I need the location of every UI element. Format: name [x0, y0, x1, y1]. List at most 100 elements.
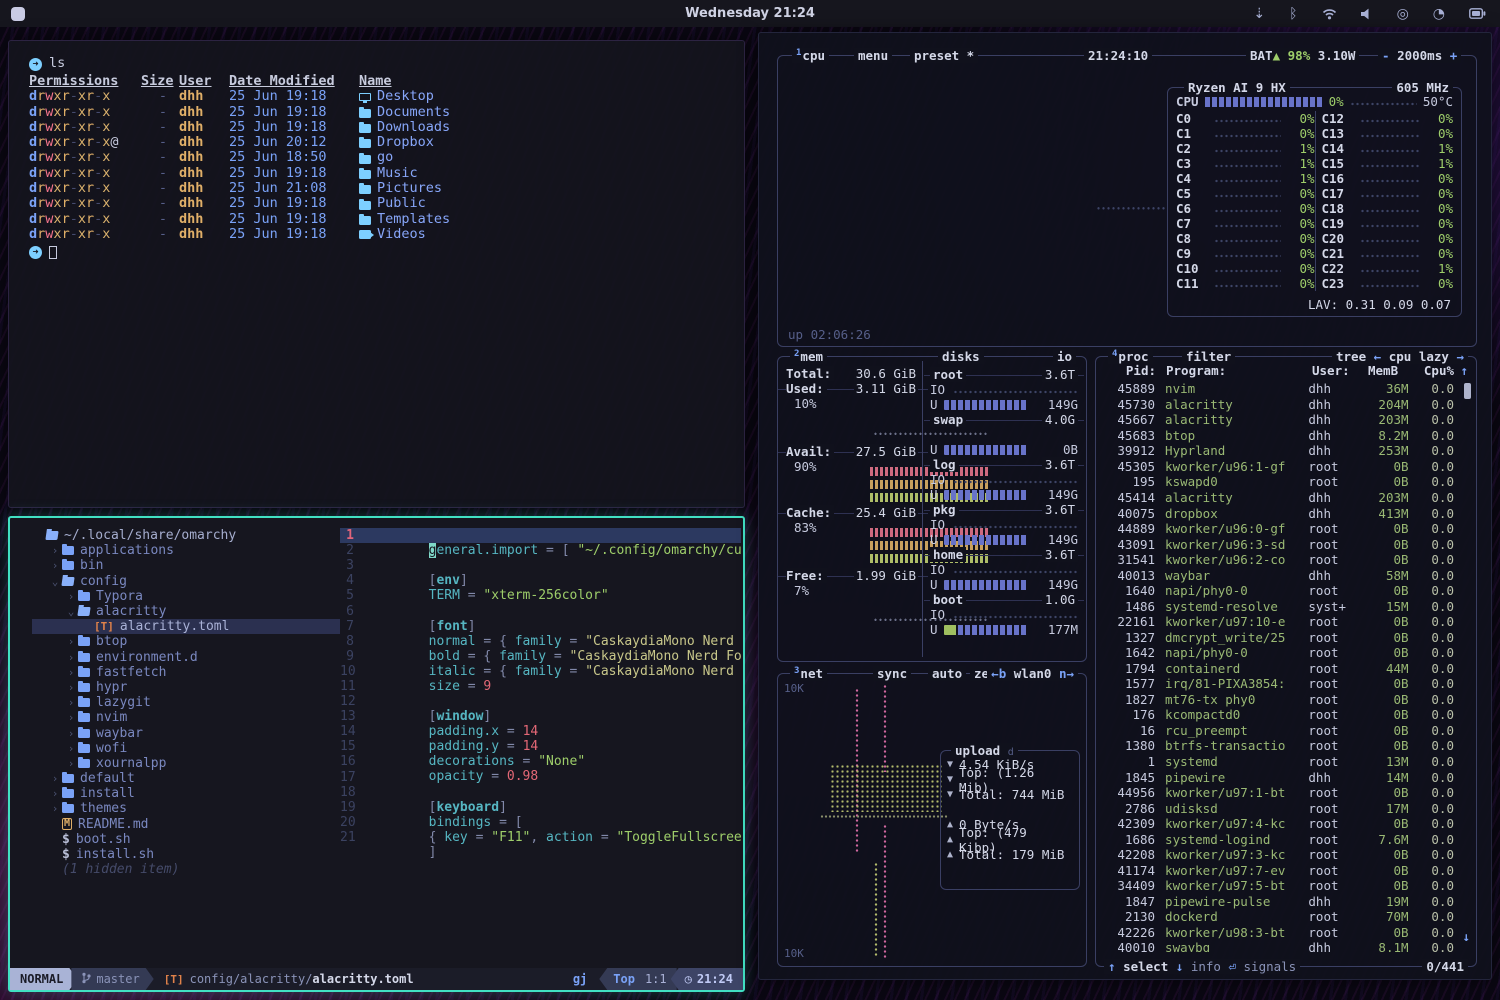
process-row[interactable]: 34409 kworker/u97:5-bt root 0B 0.0: [1104, 878, 1454, 894]
chevron-icon[interactable]: ›: [48, 772, 62, 785]
tree-item[interactable]: › install: [32, 786, 340, 801]
process-row[interactable]: 44889 kworker/u96:0-gf root 0B 0.0: [1104, 521, 1454, 537]
chevron-icon[interactable]: ›: [64, 727, 78, 740]
process-row[interactable]: 45305 kworker/u96:1-gf root 0B 0.0: [1104, 459, 1454, 475]
chevron-icon[interactable]: ›: [64, 711, 78, 724]
tree-item[interactable]: › waybar: [32, 725, 340, 740]
chevron-icon[interactable]: ›: [48, 787, 62, 800]
process-row[interactable]: 1827 mt76-tx phy0 root 0B 0.0: [1104, 692, 1454, 708]
battery-icon[interactable]: [1469, 8, 1486, 19]
process-row[interactable]: 1640 napi/phy0-0 root 0B 0.0: [1104, 583, 1454, 599]
scroll-down-icon[interactable]: ↓: [1462, 929, 1470, 944]
tree-item[interactable]: (1 hidden item): [32, 862, 340, 877]
process-row[interactable]: 43091 kworker/u96:3-sd root 0B 0.0: [1104, 536, 1454, 552]
update-interval-control[interactable]: - 2000ms +: [1378, 48, 1461, 63]
process-row[interactable]: 2130 dockerd root 70M 0.0: [1104, 909, 1454, 925]
process-row[interactable]: 1577 irq/81-PIXA3854: root 0B 0.0: [1104, 676, 1454, 692]
tab-proc[interactable]: 4proc: [1108, 349, 1153, 364]
tree-item[interactable]: › xournalpp: [32, 756, 340, 771]
process-row[interactable]: 1686 systemd-logind root 7.6M 0.0: [1104, 831, 1454, 847]
chevron-icon[interactable]: ›: [64, 590, 78, 603]
process-table-header[interactable]: Pid: Program: User: MemB Cpu%: [1104, 363, 1454, 378]
process-row[interactable]: 42208 kworker/u97:3-kc root 0B 0.0: [1104, 847, 1454, 863]
process-footer-controls[interactable]: ↑ select ↓ info ⏎ signals: [1104, 959, 1300, 974]
tree-item[interactable]: ⌄ alacritty: [32, 604, 340, 619]
volume-icon[interactable]: [1361, 8, 1373, 20]
wifi-icon[interactable]: [1322, 8, 1337, 20]
process-row[interactable]: 45683 btop dhh 8.2M 0.0: [1104, 428, 1454, 444]
sort-direction-icon[interactable]: ↑: [1460, 363, 1468, 378]
chevron-icon[interactable]: ›: [48, 559, 62, 572]
tree-item[interactable]: › applications: [32, 543, 340, 558]
process-row[interactable]: 1847 pipewire-pulse dhh 19M 0.0: [1104, 894, 1454, 910]
sync-button[interactable]: sync: [873, 666, 911, 681]
chevron-icon[interactable]: ›: [64, 666, 78, 679]
tree-item[interactable]: › environment.d: [32, 650, 340, 665]
process-scrollbar[interactable]: [1464, 383, 1471, 399]
idle-clock-icon[interactable]: ◔: [1433, 7, 1445, 21]
process-row[interactable]: 40075 dropbox dhh 413M 0.0: [1104, 505, 1454, 521]
tree-item[interactable]: install.sh: [32, 847, 340, 862]
process-row[interactable]: 1642 napi/phy0-0 root 0B 0.0: [1104, 645, 1454, 661]
tree-item[interactable]: ⌄ config: [32, 574, 340, 589]
tree-item[interactable]: README.md: [32, 817, 340, 832]
tree-item[interactable]: › fastfetch: [32, 665, 340, 680]
preset-button[interactable]: preset *: [910, 48, 978, 63]
process-row[interactable]: 39912 Hyprland dhh 253M 0.0: [1104, 443, 1454, 459]
process-row[interactable]: 45889 nvim dhh 36M 0.0: [1104, 381, 1454, 397]
chevron-icon[interactable]: ⌄: [64, 605, 78, 618]
process-row[interactable]: 1327 dmcrypt_write/25 root 0B 0.0: [1104, 630, 1454, 646]
tree-item[interactable]: › btop: [32, 634, 340, 649]
auto-button[interactable]: auto: [928, 666, 966, 681]
process-row[interactable]: 22161 kworker/u97:10-e root 0B 0.0: [1104, 614, 1454, 630]
chevron-icon[interactable]: ›: [64, 681, 78, 694]
prompt-line[interactable]: [29, 244, 744, 260]
tree-item[interactable]: alacritty.toml: [32, 619, 340, 634]
menu-button[interactable]: menu: [854, 48, 892, 63]
process-row[interactable]: 41174 kworker/u97:7-ev root 0B 0.0: [1104, 862, 1454, 878]
filter-button[interactable]: filter: [1182, 349, 1235, 364]
process-row[interactable]: 42309 kworker/u97:4-kc root 0B 0.0: [1104, 816, 1454, 832]
process-row[interactable]: 1794 containerd root 44M 0.0: [1104, 661, 1454, 677]
btop-window[interactable]: 1cpu menu preset * 21:24:10 BAT▲ 98% 3.1…: [758, 32, 1492, 980]
chevron-icon[interactable]: ⌄: [48, 575, 62, 588]
tree-item[interactable]: › Typora: [32, 589, 340, 604]
process-row[interactable]: 195 kswapd0 root 0B 0.0: [1104, 474, 1454, 490]
process-row[interactable]: 176 kcompactd0 root 0B 0.0: [1104, 707, 1454, 723]
chevron-icon[interactable]: ›: [48, 544, 62, 557]
tree-item[interactable]: › default: [32, 771, 340, 786]
chevron-icon[interactable]: ›: [64, 742, 78, 755]
tab-disks[interactable]: disks: [938, 349, 984, 364]
sort-selector[interactable]: ← cpu lazy →: [1370, 349, 1468, 364]
chevron-icon[interactable]: ›: [64, 651, 78, 664]
chevron-icon[interactable]: ›: [64, 696, 78, 709]
chevron-icon[interactable]: ›: [48, 802, 62, 815]
terminal-window[interactable]: ls Permissions Size User Date Modified N…: [8, 40, 745, 508]
process-row[interactable]: 42226 kworker/u98:3-bt root 0B 0.0: [1104, 925, 1454, 941]
process-row[interactable]: 45730 alacritty dhh 204M 0.0: [1104, 397, 1454, 413]
update-icon[interactable]: ⇣: [1253, 7, 1265, 21]
process-row[interactable]: 1380 btrfs-transactio root 0B 0.0: [1104, 738, 1454, 754]
tree-item[interactable]: › wofi: [32, 741, 340, 756]
chevron-icon[interactable]: ›: [64, 635, 78, 648]
tab-cpu[interactable]: 1cpu: [792, 48, 829, 63]
process-row[interactable]: 40013 waybar dhh 58M 0.0: [1104, 567, 1454, 583]
process-row[interactable]: 45414 alacritty dhh 203M 0.0: [1104, 490, 1454, 506]
bluetooth-icon[interactable]: ᛒ: [1289, 7, 1297, 21]
process-row[interactable]: 45667 alacritty dhh 203M 0.0: [1104, 412, 1454, 428]
process-row[interactable]: 1486 systemd-resolve syst+ 15M 0.0: [1104, 598, 1454, 614]
tree-item[interactable]: › bin: [32, 558, 340, 573]
process-row[interactable]: 16 rcu_preempt root 0B 0.0: [1104, 723, 1454, 739]
tree-item[interactable]: › lazygit: [32, 695, 340, 710]
tree-item[interactable]: › nvim: [32, 710, 340, 725]
process-row[interactable]: 1 systemd root 13M 0.0: [1104, 754, 1454, 770]
process-row[interactable]: 31541 kworker/u96:2-co root 0B 0.0: [1104, 552, 1454, 568]
record-icon[interactable]: ◎: [1397, 7, 1409, 21]
chevron-icon[interactable]: ›: [64, 757, 78, 770]
tree-item[interactable]: boot.sh: [32, 832, 340, 847]
process-row[interactable]: 2786 udisksd root 17M 0.0: [1104, 800, 1454, 816]
process-row[interactable]: 44956 kworker/u97:1-bt root 0B 0.0: [1104, 785, 1454, 801]
tree-toggle[interactable]: tree: [1332, 349, 1370, 364]
tab-mem[interactable]: 2mem: [790, 349, 827, 364]
interface-switcher[interactable]: ←b wlan0 n→: [987, 666, 1078, 681]
